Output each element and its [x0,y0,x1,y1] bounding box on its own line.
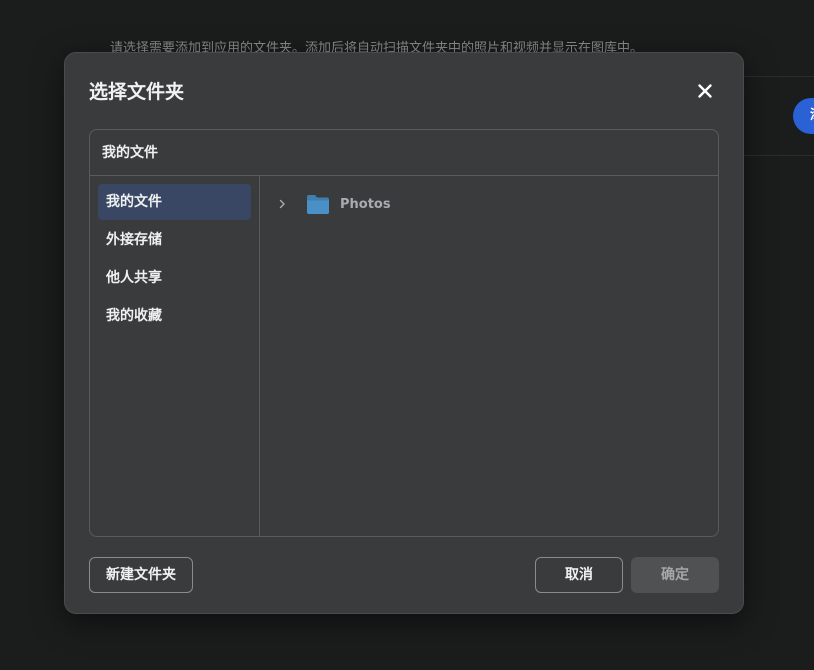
folder-list: Photos [260,176,718,536]
folder-row[interactable]: Photos [276,192,391,216]
sidebar-item-my-files[interactable]: 我的文件 [98,184,251,220]
folder-browser: 我的文件 我的文件 外接存储 他人共享 我的收藏 Photos [89,129,719,537]
sidebar-item-external-storage[interactable]: 外接存储 [98,222,251,258]
sidebar-item-favorites[interactable]: 我的收藏 [98,298,251,334]
cancel-button[interactable]: 取消 [535,557,623,593]
new-folder-button[interactable]: 新建文件夹 [89,557,193,593]
path-bar: 我的文件 [90,130,718,176]
location-sidebar: 我的文件 外接存储 他人共享 我的收藏 [90,176,260,536]
browser-panes: 我的文件 外接存储 他人共享 我的收藏 Photos [90,176,718,536]
folder-name: Photos [340,196,391,212]
close-button[interactable] [693,79,717,103]
sidebar-item-shared-with-me[interactable]: 他人共享 [98,260,251,296]
folder-icon [307,195,329,214]
close-icon [698,84,712,98]
dialog-title: 选择文件夹 [89,81,185,103]
background-add-button[interactable]: 添 [793,98,814,134]
chevron-right-icon[interactable] [276,198,288,210]
confirm-button[interactable]: 确定 [631,557,719,593]
select-folder-dialog: 选择文件夹 我的文件 我的文件 外接存储 他人共享 我的收藏 Photos 新建… [64,52,744,614]
